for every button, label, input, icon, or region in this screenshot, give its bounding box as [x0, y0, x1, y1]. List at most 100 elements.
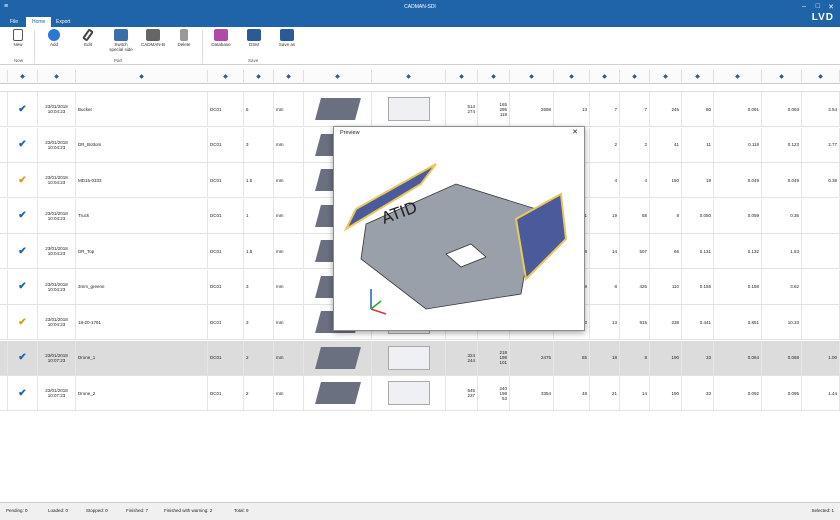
ribbon-tabs: File Home Export — [0, 17, 840, 27]
row-name: DR_Bottom — [76, 127, 208, 162]
row-material: DC01 — [208, 340, 244, 375]
part-3d-icon — [314, 346, 361, 369]
row-name: Drone_2 — [76, 376, 208, 410]
tab-home[interactable]: Home — [26, 17, 52, 27]
minimize-icon[interactable]: – — [802, 3, 806, 10]
column-header[interactable]: ◆ — [372, 70, 446, 82]
finished-check-icon: ✔ — [18, 352, 27, 363]
name-icon: ◆ — [54, 73, 59, 80]
column-header[interactable]: ◆ — [510, 70, 554, 82]
status-cell: ✔ — [8, 163, 38, 197]
column-header[interactable]: ◆ — [762, 70, 802, 82]
row-flat-thumb[interactable] — [372, 92, 446, 126]
cadman-b-button[interactable]: CADMAN-B — [140, 29, 166, 47]
status-cell: ✔ — [8, 127, 38, 162]
preview-dialog[interactable]: Preview ✕ ATID — [333, 126, 585, 331]
die-icon: ◆ — [632, 73, 637, 80]
maximize-icon[interactable]: □ — [816, 3, 820, 10]
column-header[interactable]: ◆ — [478, 70, 510, 82]
finished-check-icon: ✔ — [18, 387, 27, 399]
finished-check-icon: ✔ — [18, 210, 27, 221]
date-icon: ◆ — [20, 73, 25, 80]
delete-button[interactable]: Delete — [174, 29, 194, 47]
status-bar: Pending: 0 Loaded: 0 Stopped: 0 Finished… — [0, 502, 840, 520]
row-name: 3mm_greene — [76, 269, 208, 304]
dim-icon: ◆ — [406, 73, 411, 80]
part-flat-icon — [387, 381, 430, 405]
add-button[interactable]: Add — [44, 29, 64, 47]
new-button[interactable]: New — [8, 29, 28, 47]
status-stopped: Stopped: 0 — [86, 508, 108, 513]
row-name: Drone_1 — [76, 340, 208, 375]
column-header[interactable]: ◆ — [76, 70, 208, 82]
status-finished-warning: Finished with warning: 2 — [164, 508, 213, 513]
column-header[interactable]: ◆ — [620, 70, 650, 82]
3d-icon: ◆ — [286, 73, 291, 80]
bend-icon: ◆ — [529, 73, 534, 80]
new-document-icon — [13, 29, 23, 41]
column-header[interactable]: ◆ — [682, 70, 714, 82]
tab-file[interactable]: File — [4, 17, 24, 27]
preview-close-icon[interactable]: ✕ — [572, 128, 578, 136]
row-3d-thumb[interactable] — [304, 340, 372, 375]
row-time: 10:04:23 — [47, 109, 66, 114]
column-header[interactable]: ◆ — [590, 70, 620, 82]
part-flat-icon — [387, 345, 430, 370]
preview-3d-view[interactable]: ATID — [336, 139, 582, 329]
area-icon: ◆ — [695, 73, 700, 80]
finished-check-icon: ✔ — [18, 103, 27, 115]
row-time: 10:04:23 — [47, 322, 66, 327]
table-row[interactable]: ✔ 23/01/2018 10:07:23 Drone_2 DC01 2 mm 545 237 2… — [0, 376, 840, 411]
tab-export[interactable]: Export — [50, 17, 76, 27]
row-material: DC01 — [208, 163, 244, 197]
table-row[interactable]: ✔ 23/01/2018 10:07:23 Drone_1 DC01 2 mm 324 244 2… — [0, 340, 840, 376]
save-as-icon — [280, 29, 294, 41]
column-header[interactable]: ◆ — [8, 70, 38, 82]
switch-special-side-button[interactable]: Switch special side — [106, 29, 136, 52]
window-title: CADMAN-SDI — [404, 4, 436, 10]
column-header[interactable]: ◆ — [304, 70, 372, 82]
column-header[interactable]: ◆ — [208, 70, 244, 82]
column-header[interactable]: ◆ — [244, 70, 274, 82]
status-pending: Pending: 0 — [6, 508, 28, 513]
tool-icon: ◆ — [569, 73, 574, 80]
finished-check-icon: ✔ — [18, 245, 27, 257]
finished-check-icon: ✔ — [18, 281, 27, 292]
column-header[interactable]: ◆ — [802, 70, 840, 82]
status-cell: ✔ — [8, 305, 38, 339]
edit-button[interactable]: Edit — [78, 28, 98, 47]
ribbon: New Add Edit Switch special side CADMAN-… — [0, 27, 840, 65]
column-header[interactable]: ◆ — [446, 70, 478, 82]
printer-icon — [146, 29, 160, 41]
row-flat-thumb[interactable] — [372, 340, 446, 375]
column-header[interactable] — [0, 70, 8, 82]
row-material: DC01 — [208, 198, 244, 233]
column-header[interactable]: ◆ — [38, 70, 76, 82]
status-cell: ✔ — [8, 340, 38, 375]
preview-title: Preview — [340, 130, 360, 136]
status-cell: ✔ — [8, 198, 38, 233]
row-name: 18-20-1761 — [76, 305, 208, 339]
column-header[interactable]: ◆ — [650, 70, 682, 82]
row-time: 10:04:23 — [47, 286, 66, 292]
row-3d-thumb[interactable] — [304, 376, 372, 410]
column-header[interactable]: ◆ — [274, 70, 304, 82]
row-name: MD15-0333 — [76, 163, 208, 197]
group-new-label: New — [14, 58, 24, 63]
database-button[interactable]: Database — [209, 29, 233, 47]
save-as-button[interactable]: Save as — [276, 29, 298, 47]
grid-filter-row[interactable] — [0, 84, 840, 92]
column-header[interactable]: ◆ — [714, 70, 762, 82]
column-header[interactable]: ◆ — [554, 70, 590, 82]
row-time: 10:04:23 — [47, 251, 66, 256]
row-3d-thumb[interactable] — [304, 92, 372, 126]
row-unit: mm — [274, 163, 304, 197]
close-icon[interactable]: ✕ — [828, 3, 834, 11]
row-flat-thumb[interactable] — [372, 376, 446, 410]
status-finished: Finished: 7 — [126, 508, 149, 513]
material-icon: ◆ — [139, 73, 144, 80]
dsm-button[interactable]: DSM — [244, 29, 264, 47]
row-time: 10:04:23 — [47, 215, 66, 221]
table-row[interactable]: ✔ 23/01/2018 10:04:23 Bucket DC01 5 mm 514 274 16… — [0, 92, 840, 127]
row-unit: mm — [274, 305, 304, 339]
